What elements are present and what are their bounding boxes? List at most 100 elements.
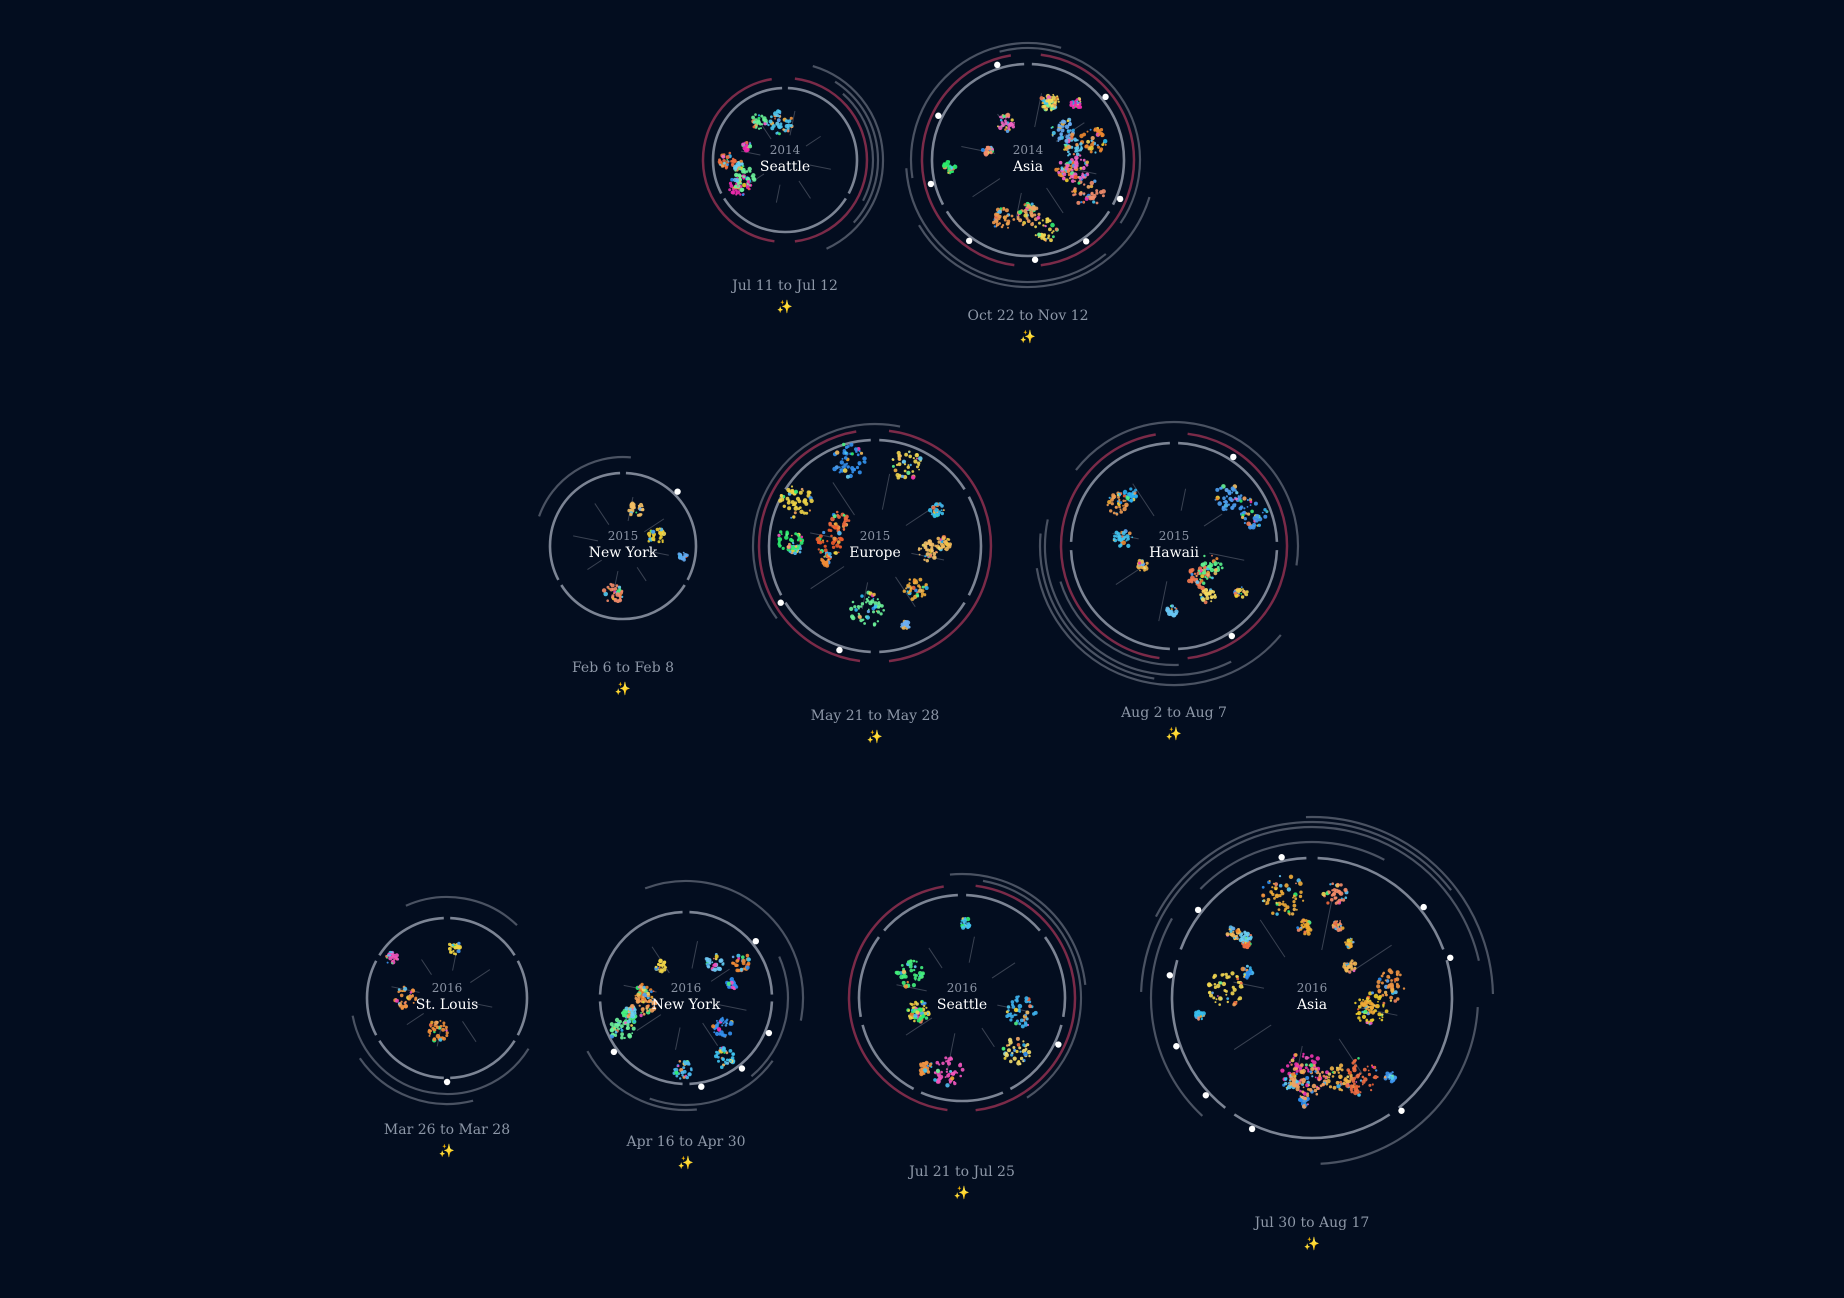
photo-dot xyxy=(1314,1070,1317,1073)
sparkle-icon[interactable]: ✨ xyxy=(967,330,1088,345)
photo-cluster[interactable] xyxy=(917,539,938,563)
photo-dot xyxy=(1346,1068,1350,1072)
photo-dot xyxy=(687,1072,692,1077)
trip-ring-8[interactable]: 2016 Seattle xyxy=(847,872,1087,1112)
photo-cluster[interactable] xyxy=(1324,1063,1354,1092)
photo-cluster[interactable] xyxy=(601,582,624,603)
photo-cluster[interactable] xyxy=(654,958,668,974)
trip-ring-5[interactable]: 2015 Hawaii xyxy=(1035,420,1300,687)
photo-cluster[interactable] xyxy=(1001,1036,1032,1066)
photo-cluster[interactable] xyxy=(1194,1009,1206,1021)
photo-cluster[interactable] xyxy=(918,1060,933,1077)
photo-dot xyxy=(1273,897,1276,900)
photo-cluster[interactable] xyxy=(941,160,958,175)
photo-cluster[interactable] xyxy=(1261,874,1305,916)
photo-dot xyxy=(873,604,878,609)
photo-cluster[interactable] xyxy=(1240,964,1255,980)
photo-cluster[interactable] xyxy=(731,953,751,973)
photo-dot xyxy=(1066,119,1070,123)
photo-cluster[interactable] xyxy=(1112,529,1134,549)
photo-cluster[interactable] xyxy=(647,527,667,544)
photo-cluster[interactable] xyxy=(992,206,1016,229)
photo-cluster[interactable] xyxy=(1016,203,1041,227)
sparkle-icon[interactable]: ✨ xyxy=(909,1186,1015,1201)
photo-dot xyxy=(626,1023,630,1027)
sparkle-icon[interactable]: ✨ xyxy=(626,1156,745,1171)
photo-cluster[interactable] xyxy=(1034,217,1059,243)
photo-dot xyxy=(1308,1064,1311,1067)
photo-cluster[interactable] xyxy=(725,977,739,991)
photo-cluster[interactable] xyxy=(778,485,814,519)
photo-cluster[interactable] xyxy=(1069,97,1083,109)
trip-ring-1[interactable]: 2014 Seattle xyxy=(701,64,885,250)
photo-cluster[interactable] xyxy=(1233,586,1249,599)
photo-cluster[interactable] xyxy=(1321,882,1349,905)
photo-dot xyxy=(1050,222,1055,228)
photo-dot xyxy=(1013,1007,1019,1013)
photo-cluster[interactable] xyxy=(1206,971,1244,1007)
trip-ring-6[interactable]: 2016 St. Louis xyxy=(351,895,530,1106)
photo-cluster[interactable] xyxy=(741,141,753,153)
photo-cluster[interactable] xyxy=(609,1017,636,1040)
photo-cluster[interactable] xyxy=(1165,604,1179,618)
photo-cluster[interactable] xyxy=(1296,918,1313,936)
photo-cluster[interactable] xyxy=(1342,959,1358,974)
photo-dot xyxy=(998,214,1002,219)
photo-cluster[interactable] xyxy=(997,112,1015,133)
photo-cluster[interactable] xyxy=(980,145,995,157)
photo-cluster[interactable] xyxy=(894,959,925,989)
photo-cluster[interactable] xyxy=(1199,588,1217,605)
photo-cluster[interactable] xyxy=(385,950,399,965)
photo-dot xyxy=(1085,144,1089,148)
sparkle-icon[interactable]: ✨ xyxy=(1255,1237,1370,1252)
photo-cluster[interactable] xyxy=(828,510,851,533)
photo-cluster[interactable] xyxy=(891,450,923,480)
sparkle-icon[interactable]: ✨ xyxy=(1121,727,1227,742)
photo-cluster[interactable] xyxy=(849,590,885,627)
photo-cluster[interactable] xyxy=(928,502,945,519)
photo-cluster[interactable] xyxy=(900,619,911,630)
trip-ring-3[interactable]: 2015 New York xyxy=(538,455,698,621)
sparkle-icon[interactable]: ✨ xyxy=(732,300,838,315)
photo-cluster[interactable] xyxy=(711,1016,734,1038)
photo-cluster[interactable] xyxy=(427,1019,449,1043)
photo-cluster[interactable] xyxy=(1225,925,1242,941)
photo-cluster[interactable] xyxy=(815,528,844,560)
photo-dot xyxy=(1247,512,1251,516)
photo-cluster[interactable] xyxy=(902,577,929,601)
trip-ring-2[interactable]: 2014 Asia xyxy=(905,41,1151,289)
photo-cluster[interactable] xyxy=(448,941,463,956)
ring-marker-dot xyxy=(836,646,843,654)
photo-cluster[interactable] xyxy=(1383,1071,1398,1084)
sparkle-icon[interactable]: ✨ xyxy=(384,1144,510,1159)
trip-ring-9[interactable]: 2016 Asia xyxy=(1140,815,1495,1165)
photo-cluster[interactable] xyxy=(1050,117,1075,143)
photo-cluster[interactable] xyxy=(751,113,768,130)
photo-cluster[interactable] xyxy=(1344,937,1355,950)
photo-dot xyxy=(784,124,789,129)
photo-cluster[interactable] xyxy=(1331,920,1345,933)
photo-cluster[interactable] xyxy=(1238,496,1269,530)
photo-cluster[interactable] xyxy=(933,1056,965,1088)
sparkle-icon[interactable]: ✨ xyxy=(572,682,674,697)
photo-cluster[interactable] xyxy=(960,916,972,930)
photo-dot xyxy=(1081,166,1086,171)
photo-cluster[interactable] xyxy=(767,109,794,136)
photo-cluster[interactable] xyxy=(1214,484,1243,512)
photo-cluster[interactable] xyxy=(1039,93,1060,112)
photo-cluster[interactable] xyxy=(672,1060,693,1080)
photo-cluster[interactable] xyxy=(627,501,645,517)
photo-cluster[interactable] xyxy=(1339,1057,1379,1097)
trip-ring-4[interactable]: 2015 Europe xyxy=(751,422,993,663)
trip-ring-7[interactable]: 2016 New York xyxy=(586,879,805,1112)
photo-cluster[interactable] xyxy=(393,985,418,1010)
photo-cluster[interactable] xyxy=(1005,995,1038,1029)
photo-cluster[interactable] xyxy=(704,953,725,972)
photo-cluster[interactable] xyxy=(677,551,689,562)
photo-dot xyxy=(1235,491,1239,495)
photo-cluster[interactable] xyxy=(714,1046,736,1069)
photo-cluster[interactable] xyxy=(935,535,952,552)
photo-cluster[interactable] xyxy=(1079,126,1108,154)
sparkle-icon[interactable]: ✨ xyxy=(811,730,940,745)
photo-cluster[interactable] xyxy=(1241,941,1252,950)
